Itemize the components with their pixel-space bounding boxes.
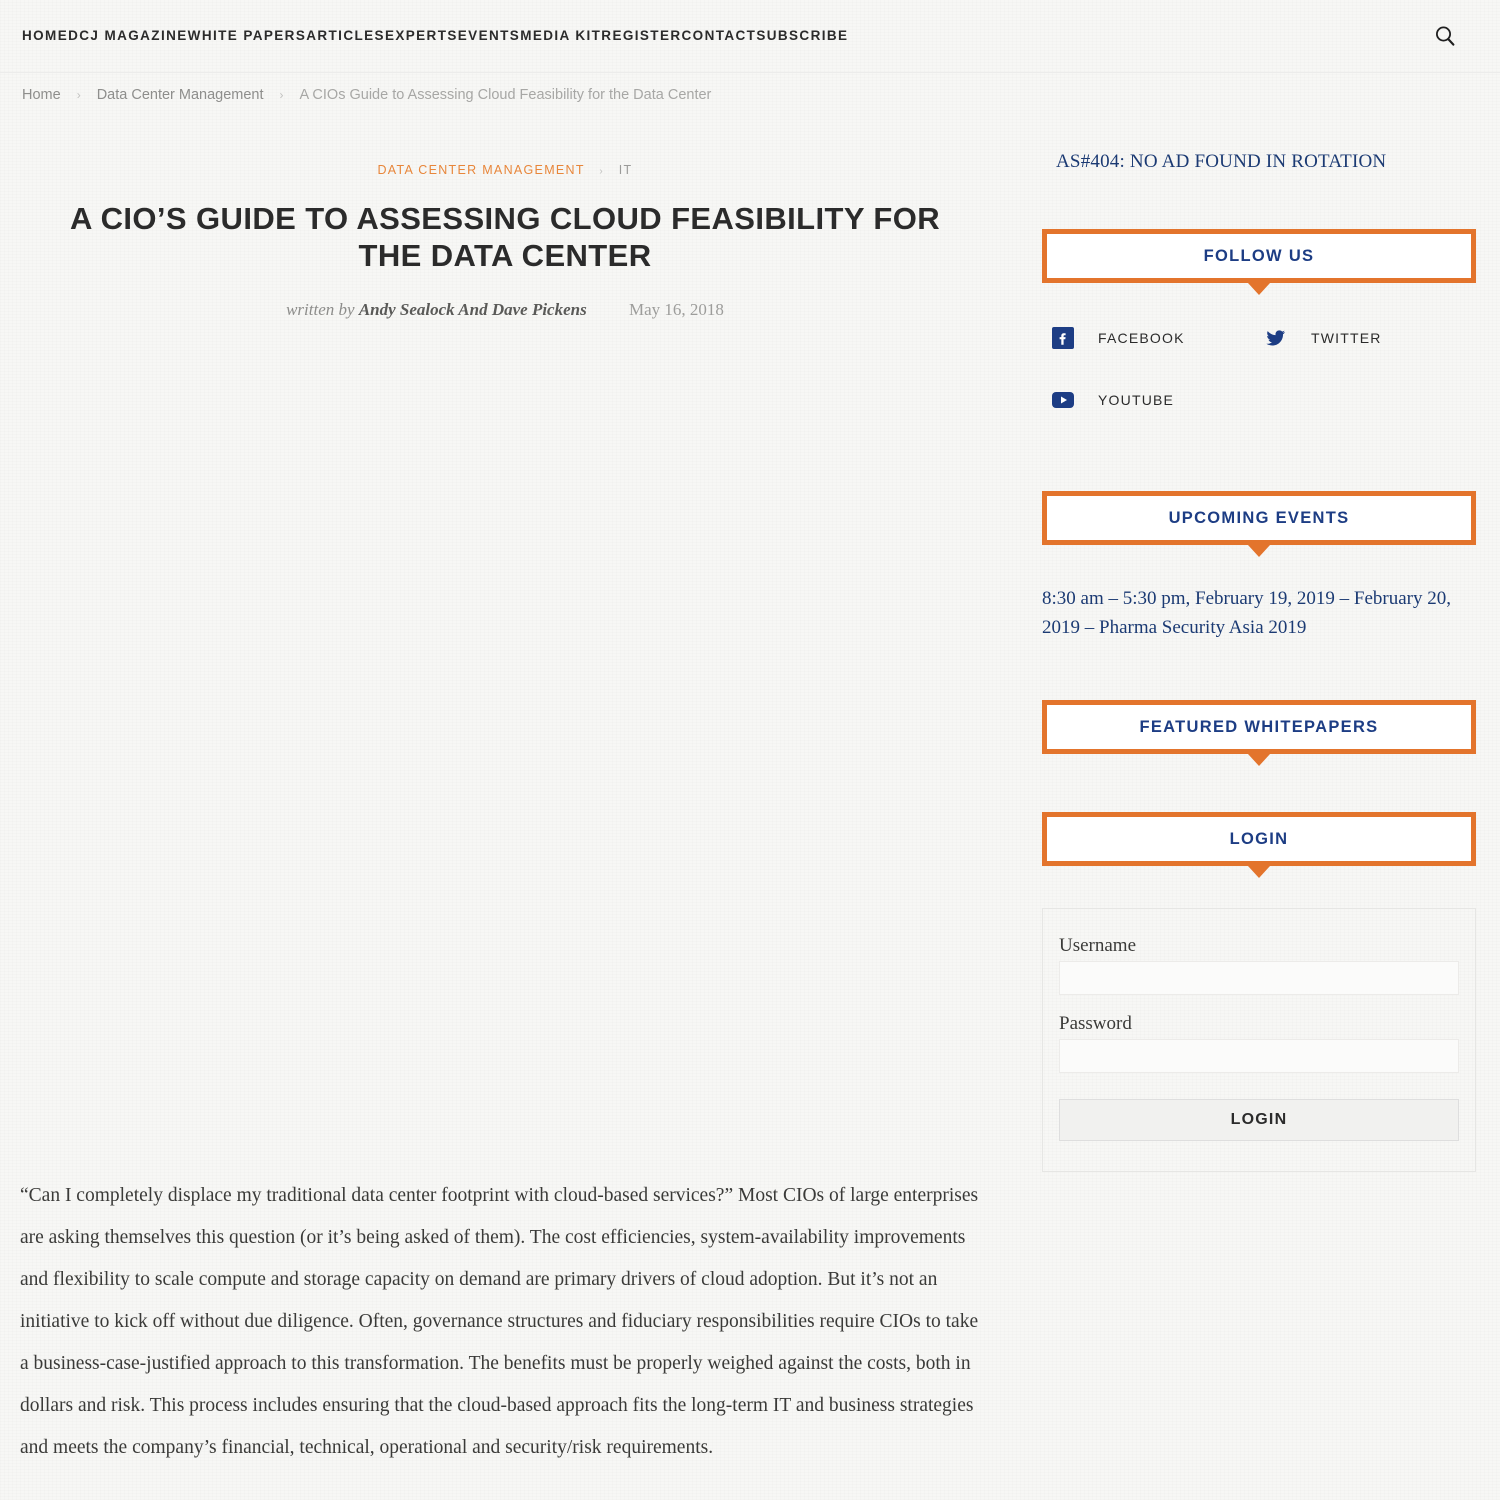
page-layout: DATA CENTER MANAGEMENT › IT A CIO’s Guid… <box>0 117 1500 1500</box>
widget-upcoming-events: UPCOMING EVENTS 8:30 am – 5:30 pm, Febru… <box>1042 491 1476 642</box>
article-paragraph: And although “moving to the cloud” has b… <box>20 1497 990 1500</box>
username-field-group: Username <box>1059 935 1459 995</box>
twitter-icon <box>1263 325 1289 351</box>
nav-link-articles[interactable]: ARTICLES <box>306 28 385 43</box>
social-label-facebook: FACEBOOK <box>1098 330 1185 346</box>
page-title: A CIO’s Guide to Assessing Cloud Feasibi… <box>69 201 941 273</box>
category-link-data-center-management[interactable]: DATA CENTER MANAGEMENT <box>377 163 584 177</box>
nav-link-dcj-magazine[interactable]: DCJ MAGAZINE <box>68 28 188 43</box>
breadcrumb-section[interactable]: Data Center Management <box>97 87 264 103</box>
social-link-twitter[interactable]: TWITTER <box>1263 325 1476 351</box>
username-input[interactable] <box>1059 961 1459 995</box>
breadcrumb-separator-icon: › <box>279 88 284 102</box>
breadcrumb-separator-icon: › <box>76 88 81 102</box>
featured-image-placeholder <box>20 320 990 1175</box>
widget-title-follow-us: FOLLOW US <box>1203 246 1315 265</box>
nav-link-white-papers[interactable]: WHITE PAPERS <box>188 28 307 43</box>
widget-header-login: LOGIN <box>1042 812 1476 878</box>
breadcrumb-home[interactable]: Home <box>22 87 61 103</box>
nav-item-articles[interactable]: ARTICLES <box>306 27 385 45</box>
article-meta: written by Andy Sealock And Dave Pickens… <box>20 300 990 320</box>
widget-title-featured-whitepapers: FEATURED WHITEPAPERS <box>1139 717 1379 736</box>
widget-login: LOGIN Username Password LOGIN <box>1042 812 1476 1172</box>
nav-item-white-papers[interactable]: WHITE PAPERS <box>188 27 307 45</box>
article-author[interactable]: Andy Sealock And Dave Pickens <box>359 300 587 319</box>
nav-link-events[interactable]: EVENTS <box>458 28 520 43</box>
search-button[interactable] <box>1430 21 1460 51</box>
login-form: Username Password LOGIN <box>1042 908 1476 1172</box>
widget-header-follow-us: FOLLOW US <box>1042 229 1476 295</box>
list-item: 8:30 am – 5:30 pm, February 19, 2019 – F… <box>1042 585 1476 642</box>
social-label-twitter: TWITTER <box>1311 330 1382 346</box>
password-label: Password <box>1059 1013 1132 1034</box>
widget-title-upcoming-events: UPCOMING EVENTS <box>1168 508 1350 527</box>
article-main: DATA CENTER MANAGEMENT › IT A CIO’s Guid… <box>0 127 1010 1500</box>
nav-item-experts[interactable]: EXPERTS <box>385 27 458 45</box>
social-link-youtube[interactable]: YOUTUBE <box>1050 387 1263 413</box>
social-label-youtube: YOUTUBE <box>1098 392 1175 408</box>
widget-title-login: LOGIN <box>1229 829 1289 848</box>
nav-item-dcj-magazine[interactable]: DCJ MAGAZINE <box>68 27 188 45</box>
category-link-it[interactable]: IT <box>619 163 633 177</box>
category-separator-icon: › <box>599 166 604 177</box>
nav-link-home[interactable]: HOME <box>22 28 68 43</box>
widget-header-upcoming-events: UPCOMING EVENTS <box>1042 491 1476 557</box>
password-field-group: Password <box>1059 1013 1459 1073</box>
ad-rotation-notice: AS#404: NO AD FOUND IN ROTATION <box>1056 151 1387 172</box>
nav-item-register[interactable]: REGISTER <box>601 27 681 45</box>
nav-item-contact[interactable]: CONTACT <box>682 27 757 45</box>
main-navigation: HOME DCJ MAGAZINE WHITE PAPERS ARTICLES … <box>0 0 1500 72</box>
nav-item-media-kit[interactable]: MEDIA KIT <box>520 27 601 45</box>
breadcrumb-current: A CIOs Guide to Assessing Cloud Feasibil… <box>299 87 712 103</box>
nav-link-media-kit[interactable]: MEDIA KIT <box>520 28 601 43</box>
article-body: “Can I completely displace my traditiona… <box>20 1175 990 1500</box>
event-link[interactable]: Pharma Security Asia 2019 <box>1099 617 1306 638</box>
nav-item-subscribe[interactable]: SUBSCRIBE <box>756 27 848 45</box>
widget-follow-us: FOLLOW US FACEBOOK TWITTER YOUTUBE <box>1042 229 1476 449</box>
password-input[interactable] <box>1059 1039 1459 1073</box>
facebook-icon <box>1050 325 1076 351</box>
youtube-icon <box>1050 387 1076 413</box>
article-categories: DATA CENTER MANAGEMENT › IT <box>20 127 990 177</box>
widget-header-featured-whitepapers: FEATURED WHITEPAPERS <box>1042 700 1476 766</box>
nav-link-subscribe[interactable]: SUBSCRIBE <box>756 28 848 43</box>
widget-featured-whitepapers: FEATURED WHITEPAPERS <box>1042 700 1476 766</box>
article-date: May 16, 2018 <box>628 300 724 320</box>
nav-item-events[interactable]: EVENTS <box>458 27 520 45</box>
article-paragraph: “Can I completely displace my traditiona… <box>20 1185 979 1458</box>
nav-link-register[interactable]: REGISTER <box>601 28 681 43</box>
sidebar: AS#404: NO AD FOUND IN ROTATION FOLLOW U… <box>1010 127 1500 1500</box>
breadcrumb: Home › Data Center Management › A CIOs G… <box>0 72 1500 117</box>
nav-link-experts[interactable]: EXPERTS <box>385 28 458 43</box>
social-link-facebook[interactable]: FACEBOOK <box>1050 325 1263 351</box>
nav-list: HOME DCJ MAGAZINE WHITE PAPERS ARTICLES … <box>22 27 1410 45</box>
social-links: FACEBOOK TWITTER YOUTUBE <box>1042 325 1476 449</box>
search-icon <box>1436 26 1455 46</box>
nav-item-home[interactable]: HOME <box>22 27 68 45</box>
username-label: Username <box>1059 935 1137 956</box>
written-by-label: written by <box>286 300 355 320</box>
event-list: 8:30 am – 5:30 pm, February 19, 2019 – F… <box>1042 585 1476 642</box>
login-button[interactable]: LOGIN <box>1059 1099 1459 1141</box>
nav-link-contact[interactable]: CONTACT <box>682 28 757 43</box>
